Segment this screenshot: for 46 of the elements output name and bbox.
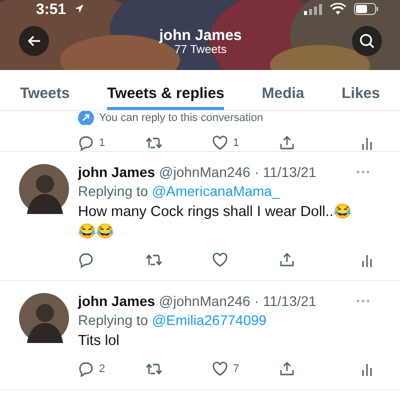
back-arrow-icon[interactable] — [27, 34, 41, 48]
location-arrow-icon — [74, 4, 84, 14]
reply-count: 1 — [99, 137, 106, 149]
battery-icon — [354, 3, 378, 15]
like-count: 1 — [233, 137, 240, 149]
tweet-count: 77 Tweets — [174, 44, 227, 56]
tab[interactable]: Tweets — [20, 70, 70, 110]
author-handle[interactable]: @johnMan246 — [159, 164, 250, 180]
replying-label: Replying to — [78, 183, 148, 199]
tab[interactable]: Tweets & replies — [107, 70, 224, 110]
tweet-date: · 11/13/21 — [254, 164, 316, 180]
heart-icon[interactable] — [212, 135, 228, 151]
share-icon[interactable] — [279, 135, 295, 151]
heart-icon[interactable] — [212, 361, 228, 377]
retweet-icon[interactable] — [145, 252, 163, 268]
tab[interactable]: Likes — [342, 70, 380, 110]
reply-icon[interactable] — [78, 135, 94, 151]
avatar[interactable] — [19, 164, 69, 214]
reply-count: 2 — [99, 363, 106, 375]
retweet-icon[interactable] — [145, 361, 163, 377]
author-name[interactable]: john James — [78, 164, 156, 180]
author-name[interactable]: john James — [78, 293, 156, 309]
search-icon[interactable] — [359, 33, 375, 49]
author-handle[interactable]: @johnMan246 — [159, 293, 250, 309]
status-time: 3:51 — [36, 0, 66, 18]
profile-name: john James — [159, 26, 242, 44]
analytics-icon[interactable] — [360, 361, 374, 377]
share-icon[interactable] — [279, 361, 295, 377]
replying-label: Replying to — [78, 312, 148, 328]
tab[interactable]: Media — [262, 70, 304, 110]
heart-icon[interactable] — [212, 252, 228, 268]
retweet-icon[interactable] — [145, 135, 163, 151]
avatar[interactable] — [19, 293, 69, 343]
like-count: 7 — [233, 363, 240, 375]
analytics-icon[interactable] — [360, 135, 374, 151]
tweet-text: Tits lol — [78, 332, 120, 351]
tweet-date: · 11/13/21 — [254, 293, 316, 309]
conversation-note: You can reply to this conversation — [99, 112, 264, 124]
reply-badge-icon — [78, 111, 94, 125]
share-icon[interactable] — [279, 252, 295, 268]
reply-icon[interactable] — [78, 252, 94, 268]
signal-icon — [304, 4, 322, 14]
wifi-icon — [330, 3, 346, 15]
reply-icon[interactable] — [78, 361, 94, 377]
analytics-icon[interactable] — [360, 252, 374, 268]
tweet-text: How many Cock rings shall I wear Doll..😂 😂😂 — [78, 202, 352, 242]
